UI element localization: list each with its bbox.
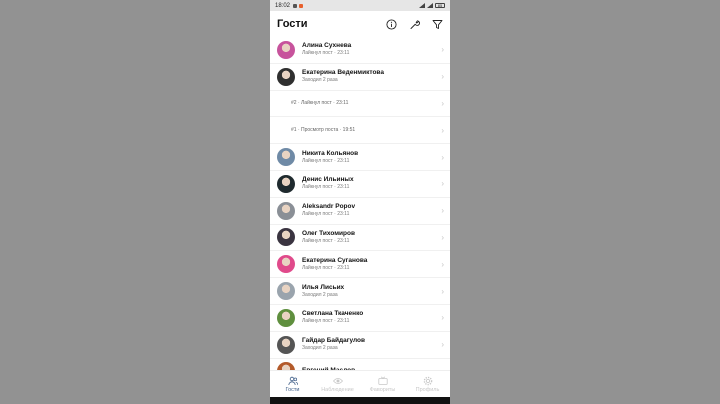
tab-label: Гости: [285, 387, 300, 393]
row-text: #1 · Просмотр поста · 19:51: [291, 127, 437, 134]
guest-name: Aleksandr Popov: [302, 203, 356, 211]
guest-row[interactable]: Екатерина Суганова Лайкнул пост · 23:11 ›: [270, 251, 450, 279]
battery-level: 85: [437, 3, 443, 8]
row-text: Светлана Ткаченко Лайкнул пост · 23:11: [302, 310, 437, 325]
chevron-right-icon: ›: [441, 340, 444, 350]
signal-icon: [419, 3, 425, 8]
signal-icon-2: [427, 3, 433, 8]
visit-entry[interactable]: #2 · Лайкнул пост · 23:11 ›: [270, 91, 450, 118]
chevron-right-icon: ›: [441, 286, 444, 296]
guest-list: Алина Сухнева Лайкнул пост · 23:11 › Екатер…: [270, 37, 450, 370]
app-notification-icon: [299, 3, 304, 8]
avatar: [277, 255, 295, 274]
row-text: Илья Лисьих Заходил 2 раза: [302, 284, 437, 299]
guest-row[interactable]: Алина Сухнева Лайкнул пост · 23:11 ›: [270, 37, 450, 64]
visit-entry[interactable]: #1 · Просмотр поста · 19:51 ›: [270, 117, 450, 145]
tab-people[interactable]: Гости: [270, 371, 315, 398]
chevron-right-icon: ›: [441, 206, 444, 216]
avatar: [277, 67, 295, 86]
chevron-right-icon: ›: [441, 45, 444, 55]
guest-row[interactable]: Илья Лисьих Заходил 2 раза ›: [270, 278, 450, 305]
row-text: Никита Кольянов Лайкнул пост · 23:11: [302, 150, 437, 165]
guest-row[interactable]: Гайдар Байдагулов Заходил 2 раза ›: [270, 332, 450, 359]
row-text: Денис Ильиных Лайкнул пост · 23:11: [302, 176, 437, 191]
guest-activity: Лайкнул пост · 23:11: [302, 318, 350, 325]
guest-name: Олег Тихомиров: [302, 229, 355, 237]
tab-tv[interactable]: Фавориты: [360, 371, 405, 398]
tab-gear[interactable]: Профиль: [405, 371, 450, 398]
info-icon[interactable]: [386, 18, 397, 30]
phone-screen: 18:02 85 Гости Алина Сухнева Лайкнул пост…: [270, 0, 450, 404]
chevron-right-icon: ›: [441, 125, 444, 135]
system-nav-bar: [270, 397, 450, 404]
avatar: [277, 335, 295, 354]
notification-icon: [293, 3, 298, 8]
guest-activity: #1 · Просмотр поста · 19:51: [291, 126, 356, 133]
guest-activity: Лайкнул пост · 23:11: [302, 237, 350, 244]
avatar: [277, 40, 295, 59]
guest-row[interactable]: Никита Кольянов Лайкнул пост · 23:11 ›: [270, 144, 450, 171]
tab-eye[interactable]: Наблюдение: [315, 371, 360, 398]
guest-name: Никита Кольянов: [302, 149, 359, 157]
battery-icon: 85: [435, 3, 445, 8]
row-text: Екатерина Веденмиктова Заходил 2 раза: [302, 69, 437, 84]
guest-activity: Лайкнул пост · 23:11: [302, 157, 350, 164]
tv-icon: [377, 376, 388, 387]
tab-label: Профиль: [415, 387, 440, 393]
tab-label: Наблюдение: [321, 387, 354, 393]
avatar: [277, 308, 295, 327]
filter-icon[interactable]: [432, 19, 443, 30]
guest-row[interactable]: Екатерина Веденмиктова Заходил 2 раза ›: [270, 64, 450, 91]
guest-activity: Заходил 2 раза: [302, 345, 338, 352]
bottom-tab-bar: Гости Наблюдение Фавориты Профиль: [270, 370, 450, 398]
guest-name: Екатерина Суганова: [302, 256, 368, 264]
chevron-right-icon: ›: [441, 232, 444, 242]
app-header: Гости: [270, 11, 450, 37]
gear-icon: [423, 376, 433, 387]
guest-row[interactable]: Светлана Ткаченко Лайкнул пост · 23:11 ›: [270, 305, 450, 332]
chevron-right-icon: ›: [441, 72, 444, 82]
guest-name: Илья Лисьих: [302, 283, 345, 291]
row-text: Олег Тихомиров Лайкнул пост · 23:11: [302, 230, 437, 245]
avatar: [277, 228, 295, 247]
chevron-right-icon: ›: [441, 152, 444, 162]
status-time: 18:02: [275, 2, 291, 9]
tab-label: Фавориты: [369, 387, 396, 393]
people-icon: [287, 376, 298, 387]
row-text: Aleksandr Popov Лайкнул пост · 23:11: [302, 203, 437, 218]
guest-row[interactable]: Олег Тихомиров Лайкнул пост · 23:11 ›: [270, 225, 450, 252]
guest-activity: Заходил 2 раза: [302, 77, 338, 84]
guest-activity: Лайкнул пост · 23:11: [302, 264, 350, 271]
guest-activity: #2 · Лайкнул пост · 23:11: [291, 99, 349, 106]
avatar: [277, 282, 295, 301]
eye-icon: [332, 376, 343, 387]
guest-activity: Лайкнул пост · 23:11: [302, 50, 350, 57]
avatar: [277, 362, 295, 370]
guest-activity: Лайкнул пост · 23:11: [302, 184, 350, 191]
page-title: Гости: [277, 18, 308, 30]
chevron-right-icon: ›: [441, 179, 444, 189]
guest-row[interactable]: Евгений Маслов›: [270, 359, 450, 370]
avatar: [277, 148, 295, 167]
status-bar: 18:02 85: [270, 0, 450, 11]
chevron-right-icon: ›: [441, 98, 444, 108]
guest-name: Екатерина Веденмиктова: [302, 69, 384, 77]
guest-row[interactable]: Денис Ильиных Лайкнул пост · 23:11 ›: [270, 171, 450, 198]
row-text: #2 · Лайкнул пост · 23:11: [291, 100, 437, 107]
chevron-right-icon: ›: [441, 313, 444, 323]
guest-activity: Лайкнул пост · 23:11: [302, 211, 350, 218]
avatar: [277, 201, 295, 220]
wrench-icon[interactable]: [409, 19, 420, 30]
avatar: [277, 174, 295, 193]
guest-name: Гайдар Байдагулов: [302, 337, 365, 345]
guest-row[interactable]: Aleksandr Popov Лайкнул пост · 23:11 ›: [270, 198, 450, 225]
chevron-right-icon: ›: [441, 259, 444, 269]
row-text: Екатерина Суганова Лайкнул пост · 23:11: [302, 257, 437, 272]
row-text: Алина Сухнева Лайкнул пост · 23:11: [302, 42, 437, 57]
row-text: Гайдар Байдагулов Заходил 2 раза: [302, 337, 437, 352]
guest-activity: Заходил 2 раза: [302, 291, 338, 298]
